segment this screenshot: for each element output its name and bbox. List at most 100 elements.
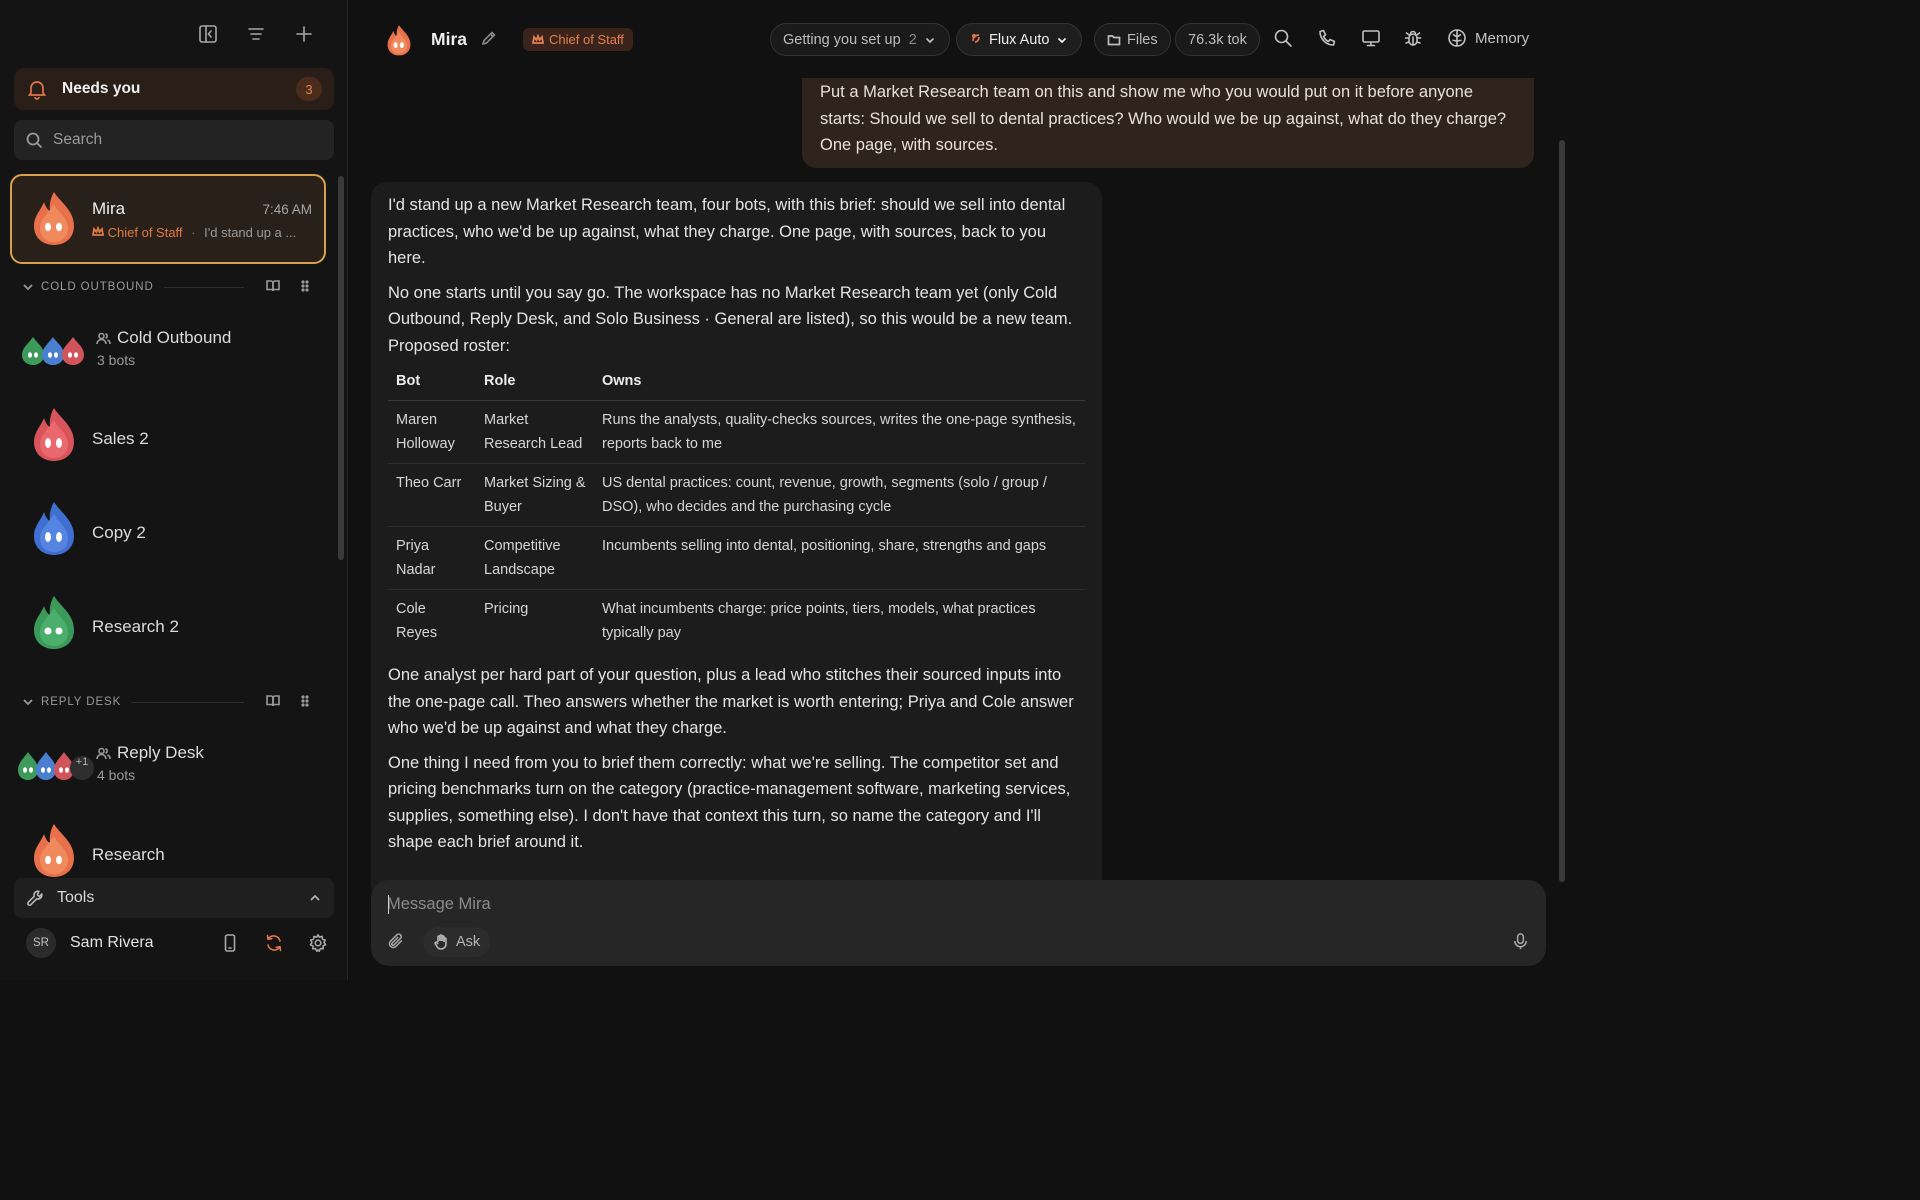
message-input[interactable]: [387, 890, 1487, 918]
search-input[interactable]: Search: [14, 120, 334, 160]
hand-icon: [434, 934, 447, 950]
files-label: Files: [1127, 31, 1158, 48]
new-chat-plus-icon[interactable]: [292, 22, 316, 46]
copy-2-avatar: [30, 500, 78, 560]
table-cell: Runs the analysts, quality-checks source…: [594, 400, 1085, 464]
paperclip-icon[interactable]: [387, 932, 406, 955]
team-bot-count: 3 bots: [97, 352, 136, 368]
bot-name: Copy 2: [92, 523, 146, 542]
menu-icon[interactable]: [244, 22, 268, 46]
memory-button[interactable]: Memory: [1447, 28, 1529, 48]
bug-icon[interactable]: [1403, 28, 1423, 52]
section-title: COLD OUTBOUND: [41, 281, 154, 293]
mira-header-avatar: [385, 24, 413, 60]
app-window: Needs you 3 Search Mira 7:46 AM Chief of…: [0, 0, 1568, 980]
phone-icon[interactable]: [1317, 28, 1337, 52]
memory-label: Memory: [1475, 29, 1530, 47]
chat-item-role: Chief of Staff: [107, 225, 183, 240]
search-icon[interactable]: [1273, 28, 1293, 52]
assistant-message-bubble: I'd stand up a new Market Research team,…: [371, 182, 1102, 902]
bot-item-copy-2[interactable]: Copy 2: [20, 500, 330, 560]
sidebar-scrollbar[interactable]: [338, 176, 344, 560]
assistant-paragraph: I'd stand up a new Market Research team,…: [388, 196, 1066, 267]
team-avatar-stack: [20, 334, 88, 370]
user-message-bubble: Put a Market Research team on this and s…: [802, 78, 1534, 168]
role-badge-label: Chief of Staff: [549, 32, 624, 47]
chat-item-preview: I'd stand up a ...: [204, 225, 297, 240]
assistant-paragraph: One thing I need from you to brief them …: [388, 753, 1071, 852]
tools-label: Tools: [57, 889, 95, 906]
assistant-paragraph: No one starts until you say go. The work…: [388, 283, 1073, 355]
setup-progress-dropdown[interactable]: Getting you set up 2: [770, 23, 950, 56]
edit-pencil-icon[interactable]: [481, 30, 497, 50]
table-cell: Pricing: [484, 601, 529, 617]
model-label: Flux Auto: [989, 31, 1050, 48]
section-title: REPLY DESK: [41, 696, 122, 708]
drag-handle-icon[interactable]: [298, 694, 314, 710]
team-name-label: Reply Desk: [117, 743, 204, 762]
chat-item-time: 7:46 AM: [262, 202, 312, 217]
team-name: Reply Desk: [96, 743, 204, 763]
people-icon: [96, 747, 111, 759]
user-bar: SR Sam Rivera: [26, 926, 330, 960]
table-cell: Priya Nadar: [388, 526, 476, 590]
sidebar-toolbar: [196, 22, 316, 46]
section-header-cold-outbound[interactable]: COLD OUTBOUND: [22, 277, 322, 297]
chevron-down-icon: [1058, 37, 1067, 43]
chat-item-name: Mira: [92, 199, 126, 218]
collapse-sidebar-icon[interactable]: [196, 22, 220, 46]
token-count-badge: 76.3k tok: [1175, 23, 1260, 56]
ask-label: Ask: [456, 934, 481, 950]
gear-icon[interactable]: [306, 931, 330, 955]
team-name: Cold Outbound: [96, 328, 231, 348]
sync-icon[interactable]: [262, 931, 286, 955]
team-avatar-stack: +1: [16, 749, 96, 785]
extra-members-count: +1: [75, 756, 89, 768]
avatar[interactable]: SR: [26, 928, 56, 958]
needs-you-button[interactable]: Needs you 3: [14, 68, 334, 110]
table-cell: What incumbents charge: price points, ti…: [602, 601, 1036, 641]
research-2-avatar: [30, 594, 78, 654]
table-cell: Market Research Lead: [476, 400, 594, 464]
chat-scrollbar[interactable]: [1559, 140, 1565, 882]
user-name[interactable]: Sam Rivera: [70, 934, 198, 952]
bot-item-sales-2[interactable]: Sales 2: [20, 406, 330, 466]
microphone-icon[interactable]: [1511, 932, 1530, 955]
table-cell: US dental practices: count, revenue, gro…: [594, 463, 1085, 527]
chevron-up-icon: [310, 894, 320, 901]
team-bot-count: 4 bots: [97, 767, 136, 783]
search-icon: [26, 132, 43, 148]
token-count: 76.3k tok: [1188, 31, 1247, 48]
mira-avatar: [30, 190, 78, 250]
table-row: Maren Holloway Market Research Lead Runs…: [388, 400, 1085, 464]
monitor-icon[interactable]: [1361, 28, 1381, 52]
bot-item-research-2[interactable]: Research 2: [20, 594, 330, 654]
files-button[interactable]: Files: [1094, 23, 1171, 56]
table-header-cell: Bot: [388, 369, 476, 401]
book-icon[interactable]: [266, 279, 282, 295]
chevron-down-icon: [925, 37, 934, 43]
mobile-icon[interactable]: [218, 931, 242, 955]
user-message-text: Put a Market Research team on this and s…: [820, 83, 1507, 154]
ask-mode-button[interactable]: Ask: [423, 927, 491, 957]
people-icon: [96, 332, 111, 344]
chat-item-mira[interactable]: Mira 7:46 AM Chief of Staff · I'd stand …: [10, 174, 326, 264]
flux-logo-icon: [969, 31, 983, 49]
table-row: Priya Nadar Competitive Landscape Incumb…: [388, 526, 1085, 590]
model-selector[interactable]: Flux Auto: [956, 23, 1083, 56]
research-avatar: [30, 822, 78, 878]
tools-panel-toggle[interactable]: Tools: [14, 878, 334, 918]
setup-count: 2: [908, 31, 917, 48]
chat-main: Mira Chief of Staff Getting you set up 2…: [349, 0, 1568, 980]
team-item-reply-desk[interactable]: +1 Reply Desk 4 bots: [18, 743, 330, 787]
wrench-icon: [27, 889, 43, 906]
book-icon[interactable]: [266, 694, 282, 710]
team-item-cold-outbound[interactable]: Cold Outbound 3 bots: [20, 328, 330, 372]
drag-handle-icon[interactable]: [298, 279, 314, 295]
section-header-reply-desk[interactable]: REPLY DESK: [22, 692, 322, 712]
bot-item-research[interactable]: Research: [20, 822, 330, 878]
chevron-down-icon: [22, 696, 34, 708]
role-badge: Chief of Staff: [523, 28, 633, 51]
assistant-paragraph: One analyst per hard part of your questi…: [388, 666, 1074, 737]
message-composer: Ask: [371, 880, 1546, 966]
